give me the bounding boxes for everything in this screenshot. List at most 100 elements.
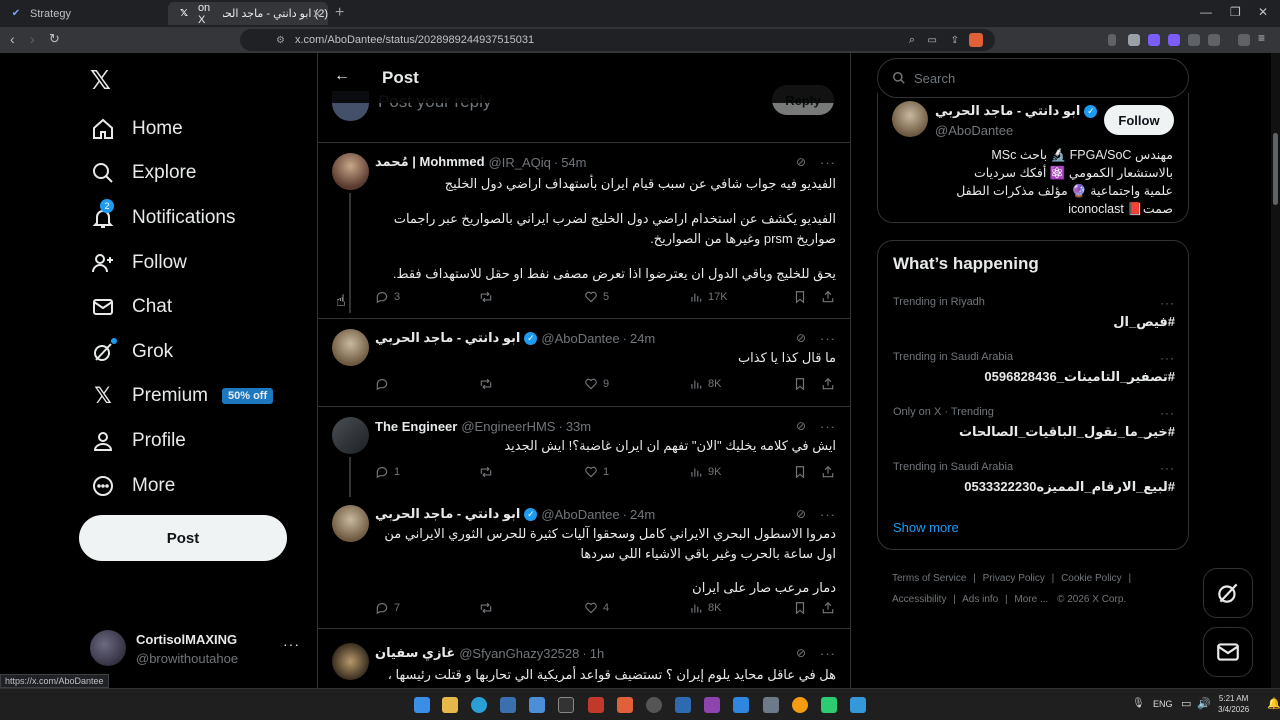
share-action[interactable] <box>821 465 840 479</box>
volume-icon[interactable]: 🔊 <box>1197 697 1211 710</box>
post-button[interactable]: Post <box>79 515 287 561</box>
nav-grok[interactable]: Grok <box>90 332 173 372</box>
footer-link[interactable]: More ... <box>1014 594 1048 605</box>
messages-fab[interactable] <box>1203 627 1253 677</box>
account-more-icon[interactable]: ··· <box>283 636 300 652</box>
like-action[interactable]: 5 <box>584 290 609 304</box>
tweet-time[interactable]: 24m <box>630 331 655 346</box>
tab-strategy[interactable]: ✔ Strategy <box>0 2 170 25</box>
trend-more-icon[interactable]: ··· <box>1160 461 1175 475</box>
repost-action[interactable] <box>479 377 498 391</box>
profile-name-row[interactable]: ابو دانتي - ماجد الحربي ✓ <box>935 103 1101 119</box>
new-tab-icon[interactable]: + <box>335 4 344 22</box>
terminal-icon[interactable] <box>558 697 574 713</box>
avatar[interactable] <box>332 505 369 542</box>
footer-link[interactable]: Terms of Service <box>892 573 966 584</box>
author-name[interactable]: The Engineer <box>375 419 457 434</box>
nav-chat[interactable]: Chat <box>90 287 172 327</box>
nav-premium[interactable]: 𝕏 Premium 50% off <box>90 376 274 416</box>
like-action[interactable]: 1 <box>584 465 609 479</box>
mic-icon[interactable]: 🎙 <box>1132 698 1145 709</box>
bookmark-action[interactable] <box>793 290 812 304</box>
repost-action[interactable] <box>479 465 498 479</box>
nav-explore[interactable]: Explore <box>90 153 196 193</box>
account-switcher[interactable]: CortisolMAXING @browithoutahoe ··· <box>90 630 308 668</box>
nav-profile[interactable]: Profile <box>90 421 186 461</box>
views-action[interactable]: 8K <box>689 601 721 615</box>
like-action[interactable]: 4 <box>584 601 609 615</box>
tweet-more-icon[interactable]: ··· <box>820 331 836 346</box>
reply-action[interactable]: 3 <box>375 290 400 304</box>
grok-fab[interactable] <box>1203 568 1253 618</box>
page-scrollbar[interactable] <box>1271 53 1280 688</box>
reply-action[interactable]: 1 <box>375 465 400 479</box>
tweet[interactable]: ابو دانتي - ماجد الحربي ✓ @AboDantee · 2… <box>318 319 850 407</box>
file-explorer-icon[interactable] <box>442 697 458 713</box>
scrollbar-thumb[interactable] <box>1273 133 1278 205</box>
tweet-more-icon[interactable]: ··· <box>820 507 836 522</box>
notification-center-icon[interactable]: 🔔 <box>1267 697 1280 710</box>
author-handle[interactable]: @AboDantee <box>541 507 619 522</box>
shield-ext-icon[interactable] <box>1128 34 1140 46</box>
back-arrow-icon[interactable]: ← <box>334 67 350 85</box>
tool-icon[interactable] <box>733 697 749 713</box>
author-handle[interactable]: @EngineerHMS <box>461 419 555 434</box>
avatar[interactable] <box>332 153 369 190</box>
purple-ext2-icon[interactable] <box>1168 34 1180 46</box>
tweet-time[interactable]: 54m <box>561 155 586 170</box>
language-indicator[interactable]: ENG <box>1153 699 1173 709</box>
author-name[interactable]: مُحمد | Mohmmed <box>375 154 485 170</box>
x-logo-icon[interactable]: 𝕏 <box>90 65 118 95</box>
grok-explain-icon[interactable]: ⊘ <box>796 419 806 433</box>
bookmark-action[interactable] <box>793 465 812 479</box>
share-action[interactable] <box>821 601 840 615</box>
close-window-icon[interactable]: ✕ <box>1258 5 1268 19</box>
reply-action[interactable]: 7 <box>375 601 400 615</box>
zoom-icon[interactable]: ⌕ <box>909 34 915 47</box>
app-gray-icon[interactable] <box>763 697 779 713</box>
app-icon-2[interactable] <box>850 697 866 713</box>
wallet-icon[interactable] <box>1208 34 1220 46</box>
nav-notifications[interactable]: 2 Notifications <box>90 198 236 238</box>
back-icon[interactable]: ‹ <box>10 31 15 47</box>
github-icon[interactable] <box>646 697 662 713</box>
share-action[interactable] <box>821 290 840 304</box>
store-icon[interactable] <box>500 697 516 713</box>
footer-link[interactable]: Accessibility <box>892 594 946 605</box>
avatar[interactable] <box>332 417 369 454</box>
like-action[interactable]: 9 <box>584 377 609 391</box>
vs-icon[interactable] <box>704 697 720 713</box>
author-name[interactable]: غازي سفيان <box>375 645 455 661</box>
brave-shield-icon[interactable] <box>969 33 983 47</box>
menu-icon[interactable]: ≡ <box>1258 31 1270 45</box>
tab-x-post[interactable]: 𝕏 on X (2) ابو دانتي - ماجد الحربي ✕ <box>168 2 328 26</box>
show-more-link[interactable]: Show more <box>893 520 959 535</box>
grok-explain-icon[interactable]: ⊘ <box>796 155 806 169</box>
footer-link[interactable]: Cookie Policy <box>1061 573 1122 584</box>
search-box[interactable]: Search <box>877 58 1189 98</box>
nav-home[interactable]: Home <box>90 109 183 149</box>
tweet-more-icon[interactable]: ··· <box>820 646 836 661</box>
start-icon[interactable] <box>414 697 430 713</box>
avatar[interactable] <box>892 101 928 137</box>
xbox-icon[interactable] <box>821 697 837 713</box>
forward-icon[interactable]: › <box>30 31 35 47</box>
trend-more-icon[interactable]: ··· <box>1160 296 1175 310</box>
trend-item[interactable]: Trending in Saudi Arabia #لبيع_الارقام_ا… <box>893 461 1175 495</box>
grok-explain-icon[interactable]: ⊘ <box>796 331 806 345</box>
purple-ext-icon[interactable] <box>1148 34 1160 46</box>
tweet[interactable]: غازي سفيان @SfyanGhazy32528 · 1h ⊘ ··· ه… <box>318 629 850 688</box>
site-info-icon[interactable]: ⚙ <box>276 35 285 46</box>
trend-item[interactable]: Trending in Saudi Arabia #تصفير_التامينا… <box>893 351 1175 385</box>
nav-more[interactable]: More <box>90 466 175 506</box>
author-name[interactable]: ابو دانتي - ماجد الحربي <box>375 506 520 522</box>
views-action[interactable]: 8K <box>689 377 721 391</box>
edge-icon[interactable] <box>471 697 487 713</box>
network-icon[interactable]: ▭ <box>1181 697 1191 710</box>
footer-link[interactable]: Ads info <box>962 594 998 605</box>
trend-item[interactable]: Trending in Riyadh #فيص_ال ··· <box>893 296 1175 330</box>
footer-link[interactable]: Privacy Policy <box>983 573 1045 584</box>
trend-more-icon[interactable]: ··· <box>1160 406 1175 420</box>
avatar[interactable] <box>332 643 369 680</box>
reply-action[interactable] <box>375 377 394 391</box>
